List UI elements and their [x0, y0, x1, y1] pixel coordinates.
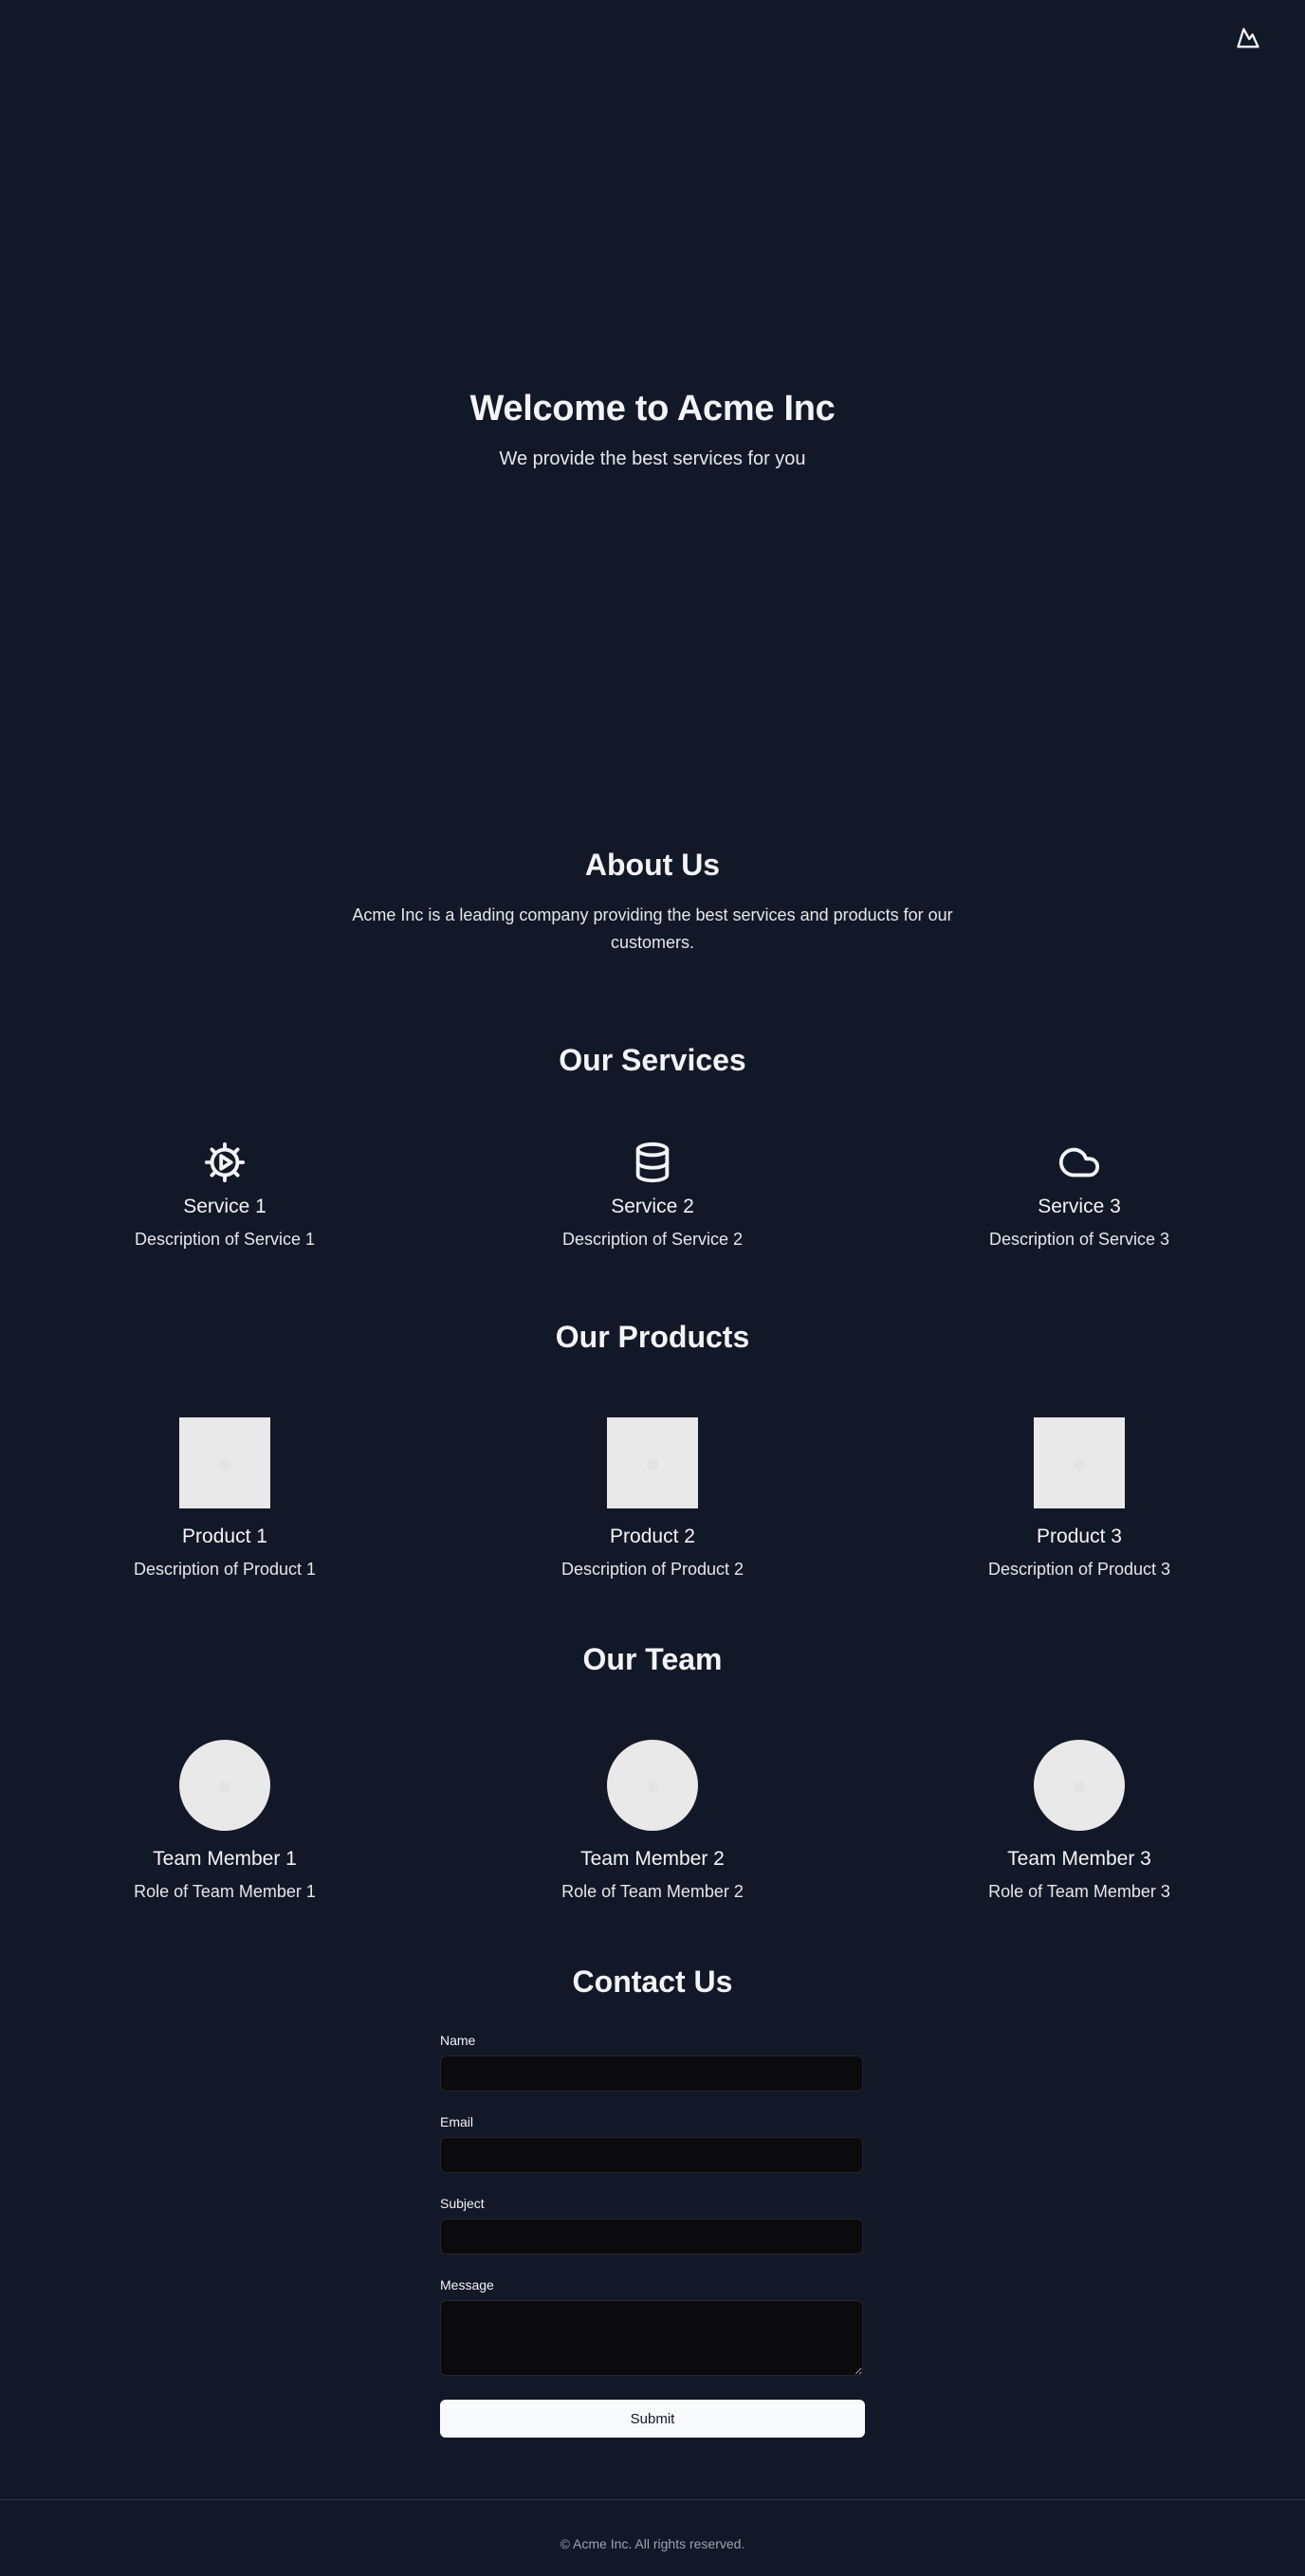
cloud-icon: [1058, 1147, 1100, 1178]
site-header: [0, 0, 1305, 76]
subject-label: Subject: [440, 2196, 485, 2211]
product-card: ◎ Product 1 Description of Product 1: [35, 1417, 414, 1580]
name-label: Name: [440, 2033, 476, 2048]
service-description: Description of Service 3: [988, 1230, 1170, 1249]
hero-section: Welcome to Acme Inc We provide the best …: [0, 389, 1305, 470]
service-description: Description of Service 2: [561, 1230, 744, 1249]
products-title: Our Products: [555, 1320, 750, 1354]
team-section: Our Team ◎ Team Member 1 Role of Team Me…: [0, 1642, 1305, 1901]
gear-play-icon: [204, 1142, 246, 1183]
hero-subtitle: We provide the best services for you: [499, 448, 806, 469]
team-member-role: Role of Team Member 1: [134, 1882, 316, 1901]
product-description: Description of Product 1: [133, 1560, 317, 1579]
hero-title: Welcome to Acme Inc: [469, 389, 836, 429]
mountain-icon[interactable]: [1235, 25, 1261, 51]
team-card: ◎ Team Member 3 Role of Team Member 3: [890, 1740, 1269, 1902]
database-icon: [635, 1142, 670, 1183]
product-image: ◎: [179, 1417, 270, 1508]
avatar: ◎: [179, 1740, 270, 1831]
team-title: Our Team: [582, 1642, 723, 1676]
email-label: Email: [440, 2114, 474, 2129]
product-image: ◎: [1034, 1417, 1125, 1508]
service-card: Service 3 Description of Service 3: [890, 1141, 1269, 1250]
product-card: ◎ Product 3 Description of Product 3: [890, 1417, 1269, 1580]
product-title: Product 3: [1037, 1526, 1122, 1547]
about-title: About Us: [584, 848, 721, 882]
service-title: Service 1: [183, 1196, 267, 1217]
team-member-role: Role of Team Member 3: [988, 1882, 1170, 1901]
product-title: Product 1: [182, 1526, 267, 1547]
product-title: Product 2: [610, 1526, 695, 1547]
copyright-text: © Acme Inc. All rights reserved.: [560, 2536, 745, 2551]
team-card: ◎ Team Member 1 Role of Team Member 1: [35, 1740, 414, 1902]
product-description: Description of Product 3: [987, 1560, 1171, 1579]
service-card: Service 2 Description of Service 2: [463, 1141, 842, 1250]
service-description: Description of Service 1: [134, 1230, 316, 1249]
message-label: Message: [440, 2277, 494, 2293]
contact-form: Name Email Subject Message Submit: [440, 2033, 865, 2438]
about-text: Acme Inc is a leading company providing …: [352, 905, 953, 952]
service-title: Service 2: [611, 1196, 694, 1217]
email-field[interactable]: [440, 2137, 863, 2173]
contact-title: Contact Us: [572, 1964, 733, 1999]
subject-field[interactable]: [440, 2219, 863, 2255]
team-card: ◎ Team Member 2 Role of Team Member 2: [463, 1740, 842, 1902]
product-card: ◎ Product 2 Description of Product 2: [463, 1417, 842, 1580]
team-member-name: Team Member 3: [1007, 1848, 1151, 1870]
message-field[interactable]: [440, 2300, 863, 2376]
product-image: ◎: [607, 1417, 698, 1508]
team-member-name: Team Member 2: [580, 1848, 725, 1870]
about-section: About Us Acme Inc is a leading company p…: [0, 848, 1305, 957]
contact-section: Contact Us: [0, 1964, 1305, 2000]
avatar: ◎: [1034, 1740, 1125, 1831]
product-description: Description of Product 2: [561, 1560, 744, 1579]
services-title: Our Services: [559, 1043, 746, 1077]
services-section: Our Services Service 1 Description of Se…: [0, 1043, 1305, 1249]
service-card: Service 1 Description of Service 1: [35, 1141, 414, 1250]
name-field[interactable]: [440, 2055, 863, 2092]
team-member-name: Team Member 1: [153, 1848, 297, 1870]
service-title: Service 3: [1038, 1196, 1121, 1217]
team-member-role: Role of Team Member 2: [561, 1882, 744, 1901]
submit-button[interactable]: Submit: [440, 2400, 865, 2438]
products-section: Our Products ◎ Product 1 Description of …: [0, 1320, 1305, 1579]
avatar: ◎: [607, 1740, 698, 1831]
site-footer: © Acme Inc. All rights reserved.: [0, 2499, 1305, 2576]
